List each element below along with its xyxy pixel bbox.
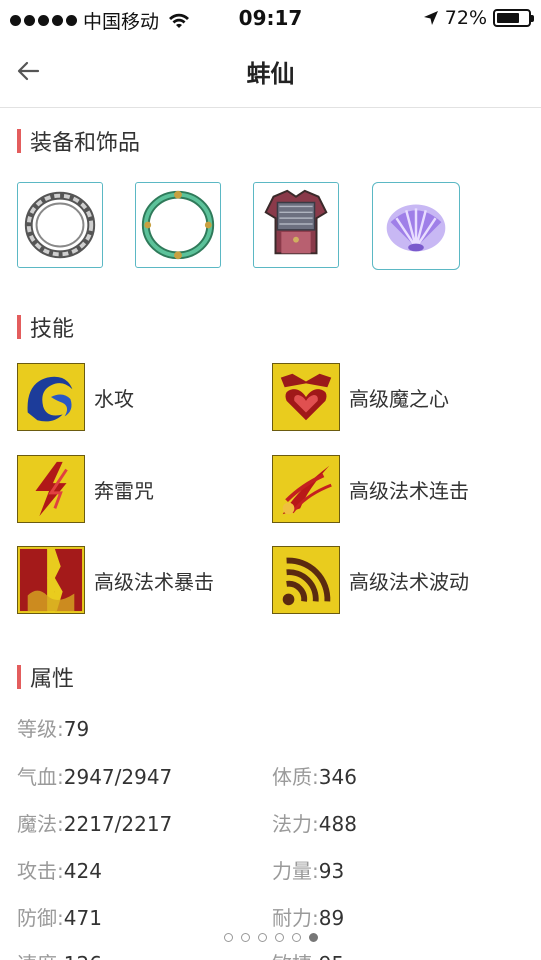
thunder-icon (17, 455, 85, 523)
attr-label: 防御: (17, 906, 64, 930)
skill-item[interactable]: 高级法术波动 (272, 546, 469, 614)
page-indicator[interactable] (0, 933, 541, 942)
attr-label: 攻击: (17, 859, 64, 883)
section-accent-bar (17, 315, 21, 339)
battery-percent: 72% (444, 7, 487, 29)
attr-hp: 气血:2947/2947 (17, 761, 172, 790)
attr-label: 法力: (272, 812, 319, 836)
skill-item[interactable]: 高级法术暴击 (17, 546, 214, 614)
section-title-text: 技能 (30, 317, 75, 342)
skill-item[interactable]: 高级法术连击 (272, 455, 469, 523)
equipment-slot-4[interactable] (372, 182, 460, 270)
attr-value: 424 (63, 859, 102, 883)
attr-label: 气血: (17, 765, 64, 789)
skill-item[interactable]: 水攻 (17, 363, 134, 431)
spell-combo-icon (272, 455, 340, 523)
page-dot[interactable] (274, 933, 284, 942)
skill-name: 高级法术连击 (349, 478, 469, 503)
water-attack-icon (17, 363, 85, 431)
skill-item[interactable]: 奔雷咒 (17, 455, 154, 523)
attr-strength: 力量:93 (272, 855, 344, 884)
attr-magic: 法力:488 (272, 808, 357, 837)
attr-value: 126 (64, 952, 102, 960)
equipment-slot-2[interactable] (135, 182, 221, 268)
battery-fill (497, 13, 519, 23)
attr-label: 体质: (272, 765, 319, 789)
skill-name: 奔雷咒 (94, 478, 154, 503)
equipment-slot-3[interactable] (253, 182, 339, 268)
attr-speed: 速度:126 (17, 948, 102, 960)
skill-name: 高级魔之心 (349, 386, 449, 411)
status-right: 72% (423, 7, 534, 29)
attr-label: 敏捷: (272, 952, 319, 960)
demon-heart-icon (272, 363, 340, 431)
attr-constitution: 体质:346 (272, 761, 357, 790)
navigation-bar: 蚌仙 (0, 36, 541, 108)
attr-value: 2947/2947 (63, 765, 173, 789)
attr-value: 93 (318, 859, 345, 883)
attr-value: 488 (318, 812, 357, 836)
purple-shell-icon (386, 204, 446, 252)
section-title-text: 装备和饰品 (30, 131, 141, 156)
attr-value: 2217/2217 (63, 812, 173, 836)
battery-icon (493, 9, 534, 27)
spell-crit-icon (17, 546, 85, 614)
attr-value: 89 (318, 906, 345, 930)
section-title-text: 属性 (30, 667, 75, 692)
section-title-equipment: 装备和饰品 (17, 128, 141, 156)
attr-endurance: 耐力:89 (272, 902, 344, 931)
equipment-slot-1[interactable] (17, 182, 103, 268)
attr-value: 79 (63, 717, 90, 741)
location-arrow-icon (423, 11, 438, 25)
silver-ring-icon (24, 191, 96, 259)
skill-name: 水攻 (94, 386, 134, 411)
attr-mp: 魔法:2217/2217 (17, 808, 172, 837)
attr-level: 等级:79 (17, 713, 89, 742)
status-bar: 中国移动 09:17 72% (0, 0, 541, 36)
armor-icon (264, 189, 328, 255)
attr-label: 等级: (17, 717, 64, 741)
attr-attack: 攻击:424 (17, 855, 102, 884)
section-title-skills: 技能 (17, 314, 75, 342)
skill-item[interactable]: 高级魔之心 (272, 363, 449, 431)
page-title: 蚌仙 (246, 60, 295, 88)
attr-agility: 敏捷:95 (272, 948, 344, 960)
attr-label: 速度: (17, 952, 64, 960)
attr-value: 471 (63, 906, 102, 930)
page-dot[interactable] (291, 933, 301, 942)
page-dot[interactable] (257, 933, 267, 942)
attr-value: 346 (318, 765, 357, 789)
section-title-attributes: 属性 (17, 664, 75, 692)
page-dot[interactable] (223, 933, 233, 942)
page-dot[interactable] (240, 933, 250, 942)
attr-value: 95 (319, 952, 344, 960)
skill-name: 高级法术波动 (349, 569, 469, 594)
attr-defense: 防御:471 (17, 902, 102, 931)
spell-wave-icon (272, 546, 340, 614)
attr-label: 力量: (272, 859, 319, 883)
skill-name: 高级法术暴击 (94, 569, 214, 594)
section-accent-bar (17, 129, 21, 153)
page-dot[interactable] (308, 933, 318, 942)
jade-ring-icon (141, 190, 215, 260)
attr-label: 耐力: (272, 906, 319, 930)
attr-label: 魔法: (17, 812, 64, 836)
section-accent-bar (17, 665, 21, 689)
